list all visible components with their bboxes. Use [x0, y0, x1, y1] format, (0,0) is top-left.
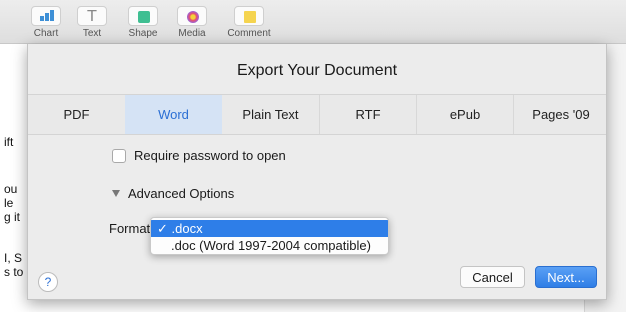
toolbar-media-label: Media [178, 28, 206, 39]
doc-fragment: g it [4, 210, 21, 224]
dialog-title: Export Your Document [236, 62, 398, 79]
toolbar-text[interactable]: T Text [70, 6, 114, 39]
toolbar-comment[interactable]: Comment [223, 6, 275, 39]
disclosure-triangle-icon[interactable] [112, 190, 120, 197]
toolbar-comment-label: Comment [227, 28, 271, 39]
cancel-button[interactable]: Cancel [460, 266, 525, 288]
doc-fragment: s to [4, 265, 24, 279]
doc-fragment: ift [4, 135, 14, 149]
tab-plain-text[interactable]: Plain Text [222, 95, 319, 134]
export-dialog: Export Your Document PDF Word Plain Text… [27, 44, 607, 300]
tab-pages-09[interactable]: Pages '09 [513, 95, 608, 134]
require-password-row[interactable]: Require password to open [112, 148, 286, 163]
tab-rtf[interactable]: RTF [319, 95, 416, 134]
format-option-docx[interactable]: ✓ .docx [151, 220, 388, 237]
toolbar-shape-label: Shape [128, 28, 158, 39]
toolbar-media[interactable]: Media [170, 6, 214, 39]
advanced-options-label[interactable]: Advanced Options [128, 186, 234, 201]
text-icon: T [77, 6, 107, 26]
format-option-label: .docx [171, 221, 203, 236]
media-icon [177, 6, 207, 26]
toolbar-text-label: Text [82, 28, 102, 39]
require-password-label[interactable]: Require password to open [134, 148, 286, 163]
tab-pdf[interactable]: PDF [28, 95, 125, 134]
toolbar-shape[interactable]: Shape [121, 6, 165, 39]
chart-icon [31, 6, 61, 26]
tab-word[interactable]: Word [125, 95, 222, 134]
toolbar-chart[interactable]: Chart [24, 6, 68, 39]
toolbar-chart-label: Chart [33, 28, 59, 39]
doc-fragment: le [4, 196, 14, 210]
format-label: Format [109, 221, 151, 236]
help-button[interactable]: ? [38, 272, 58, 292]
advanced-options-disclosure[interactable]: Advanced Options [112, 186, 234, 201]
tab-epub[interactable]: ePub [416, 95, 513, 134]
checkmark-icon: ✓ [157, 221, 168, 236]
format-tabs: PDF Word Plain Text RTF ePub Pages '09 [28, 94, 606, 135]
doc-fragment: ou [4, 182, 18, 196]
toolbar: Chart T Text Shape Media Comment [0, 0, 626, 44]
comment-icon [234, 6, 264, 26]
doc-fragment: I, S [4, 251, 23, 265]
format-option-doc[interactable]: .doc (Word 1997-2004 compatible) [151, 237, 388, 254]
require-password-checkbox[interactable] [112, 148, 126, 163]
next-button[interactable]: Next... [535, 266, 597, 288]
shape-icon [128, 6, 158, 26]
format-dropdown-menu[interactable]: ✓ .docx .doc (Word 1997-2004 compatible) [150, 217, 389, 255]
